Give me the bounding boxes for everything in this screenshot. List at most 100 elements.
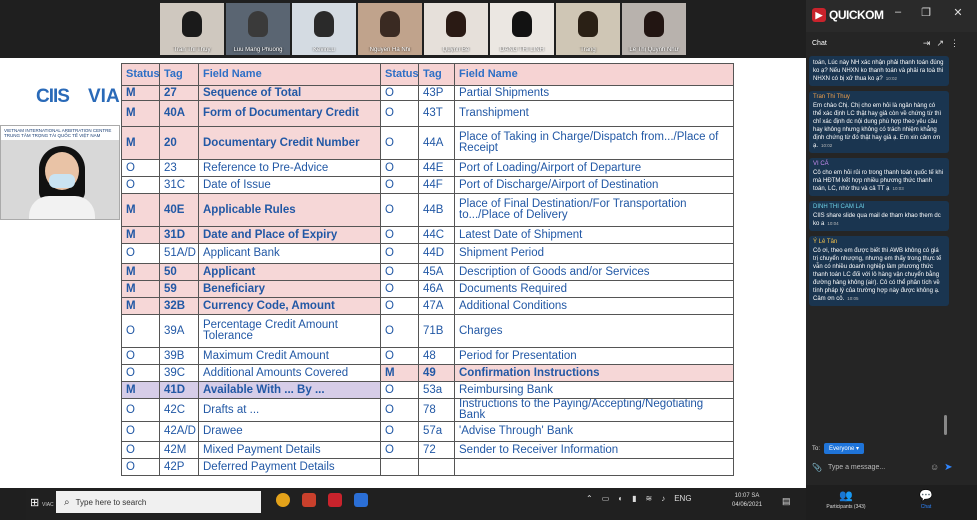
- participant-name: Tran Thi Thuy: [173, 47, 211, 53]
- cell-t1: 42C: [159, 398, 199, 422]
- participant-thumbnail[interactable]: Luu Mang Phuong: [226, 3, 290, 55]
- cell-f2: Port of Discharge/Airport of Destination: [454, 176, 734, 194]
- cell-t1: 59: [159, 280, 199, 298]
- restore-icon[interactable]: ❐: [918, 6, 934, 19]
- cell-s1: M: [121, 263, 160, 281]
- cell-s1: O: [121, 364, 160, 382]
- windows-start-icon[interactable]: ⊞: [30, 496, 39, 509]
- cell-s1: M: [121, 100, 160, 127]
- cell-t2: 43T: [418, 100, 455, 127]
- tab-participants[interactable]: 👥 Participants (343): [806, 489, 886, 510]
- cell-s1: O: [121, 398, 160, 422]
- cell-t1: 31C: [159, 176, 199, 194]
- system-tray: ⌃ ▭ ◐ ▮ ≋ ♪ ENG: [586, 494, 692, 503]
- cell-s1: O: [121, 347, 160, 365]
- chat-sender: DINH THI CAM LAI: [813, 204, 865, 210]
- chat-text-wrap: Em chào Chị. Chị cho em hỏi là ngân hàng…: [813, 102, 945, 150]
- attachment-icon[interactable]: 📎: [812, 463, 822, 472]
- cell-s2: O: [380, 159, 419, 177]
- header-status: Status: [380, 63, 419, 86]
- clock-date: 04/06/2021: [732, 502, 763, 508]
- windows-taskbar: ⊞ VIAC ⌕ Type here to search ⌃ ▭ ◐ ▮ ≋ ♪…: [26, 488, 806, 520]
- export-icon[interactable]: ⇥: [923, 38, 931, 49]
- cell-f1: Reference to Pre-Advice: [198, 159, 381, 177]
- cell-s2: O: [380, 176, 419, 194]
- recipient-value: Everyone: [829, 446, 855, 452]
- tab-chat[interactable]: 💬 Chat: [886, 489, 966, 510]
- close-icon[interactable]: ✕: [950, 6, 966, 19]
- tab-participants-label: Participants (343): [826, 504, 866, 510]
- cell-f2: Port of Loading/Airport of Departure: [454, 159, 734, 177]
- cell-s1: O: [121, 458, 160, 476]
- cell-f1: Drawee: [198, 421, 381, 442]
- chrome-icon[interactable]: [276, 493, 290, 507]
- cell-t2: 44A: [418, 126, 455, 160]
- taskbar-clock[interactable]: 10:07 SA 04/06/2021: [732, 492, 762, 510]
- participant-thumbnail[interactable]: Quỳnh Bé: [424, 3, 488, 55]
- quickom-icon[interactable]: [328, 493, 342, 507]
- cell-t1: 42A/D: [159, 421, 199, 442]
- participant-name: Quỳnh Bé: [442, 47, 470, 53]
- send-icon[interactable]: ➤: [944, 462, 952, 473]
- powerpoint-icon[interactable]: [302, 493, 316, 507]
- chat-messages[interactable]: toán, Lúc này NH xác nhận phải thanh toá…: [809, 56, 949, 432]
- cell-t2: 78: [418, 398, 455, 422]
- more-icon[interactable]: ⋮: [950, 38, 959, 49]
- cell-f2: Instructions to the Paying/Accepting/Neg…: [454, 398, 734, 422]
- taskbar-search[interactable]: ⌕ Type here to search: [56, 491, 261, 513]
- participant-thumbnail[interactable]: Trang: [556, 3, 620, 55]
- speaker-body: [29, 196, 95, 219]
- wifi-icon[interactable]: ≋: [646, 494, 653, 503]
- cell-s1: O: [121, 159, 160, 177]
- cell-s1: M: [121, 280, 160, 298]
- notification-icon[interactable]: ▤: [782, 496, 791, 507]
- participant-silhouette: [182, 11, 202, 37]
- emoji-icon[interactable]: ☺: [930, 462, 939, 472]
- chat-icon: 💬: [919, 490, 933, 502]
- language-indicator[interactable]: ENG: [674, 494, 691, 503]
- participant-thumbnail[interactable]: Tran Thi Thuy: [160, 3, 224, 55]
- chat-text: Cô ơi, theo em được biết thì AWB không c…: [813, 248, 942, 302]
- chat-time: 10:03: [892, 186, 904, 191]
- chat-scrollbar[interactable]: [944, 415, 947, 435]
- tray-chevron-icon[interactable]: ⌃: [586, 494, 593, 503]
- minimize-icon[interactable]: –: [890, 6, 906, 18]
- cell-f1: Currency Code, Amount: [198, 297, 381, 315]
- chat-text-wrap: toán, Lúc này NH xác nhận phải thanh toá…: [813, 59, 945, 83]
- logo-via-text: VIA: [88, 86, 120, 107]
- message-input[interactable]: [827, 463, 924, 471]
- participant-silhouette: [578, 11, 598, 37]
- cell-t1: 32B: [159, 297, 199, 315]
- participant-silhouette: [512, 11, 532, 37]
- network-icon[interactable]: ▭: [602, 494, 610, 503]
- popout-icon[interactable]: ↗: [936, 38, 944, 49]
- cell-t1: 42M: [159, 441, 199, 459]
- recipient-dropdown[interactable]: Everyone ▾: [824, 443, 865, 454]
- cell-f2: Shipment Period: [454, 243, 734, 264]
- cell-t2: 72: [418, 441, 455, 459]
- participant-name: Luu Mang Phuong: [233, 47, 283, 53]
- volume-icon[interactable]: ◐: [618, 494, 623, 503]
- word-icon[interactable]: [354, 493, 368, 507]
- cell-t2: [418, 458, 455, 476]
- cell-f1: Deferred Payment Details: [198, 458, 381, 476]
- participant-silhouette: [446, 11, 466, 37]
- cell-t1: 42P: [159, 458, 199, 476]
- speaker-icon[interactable]: ♪: [661, 494, 665, 503]
- battery-icon[interactable]: ▮: [632, 494, 636, 503]
- ciis-logo: CIIS VIA: [36, 86, 120, 110]
- cell-f1: Applicant Bank: [198, 243, 381, 264]
- cell-t2: 44C: [418, 226, 455, 244]
- table-body: M 27 Sequence of Total O 43P Partial Shipment…: [121, 85, 734, 476]
- cell-t1: 50: [159, 263, 199, 281]
- participant-thumbnail[interactable]: Lê Thị Quỳnh Như: [622, 3, 686, 55]
- table-row: O 23 Reference to Pre-Advice O 44E Port of Lo…: [121, 159, 734, 177]
- cell-t2: 47A: [418, 297, 455, 315]
- chat-time: 10:04: [827, 221, 839, 226]
- participant-thumbnail[interactable]: KevinLu: [292, 3, 356, 55]
- cell-f2: Sender to Receiver Information: [454, 441, 734, 459]
- participant-thumbnail[interactable]: Nguyễn Hà Nhi: [358, 3, 422, 55]
- participant-thumbnail[interactable]: DANG THI LINH: [490, 3, 554, 55]
- cell-s1: O: [121, 176, 160, 194]
- chat-time: 10:02: [821, 143, 833, 148]
